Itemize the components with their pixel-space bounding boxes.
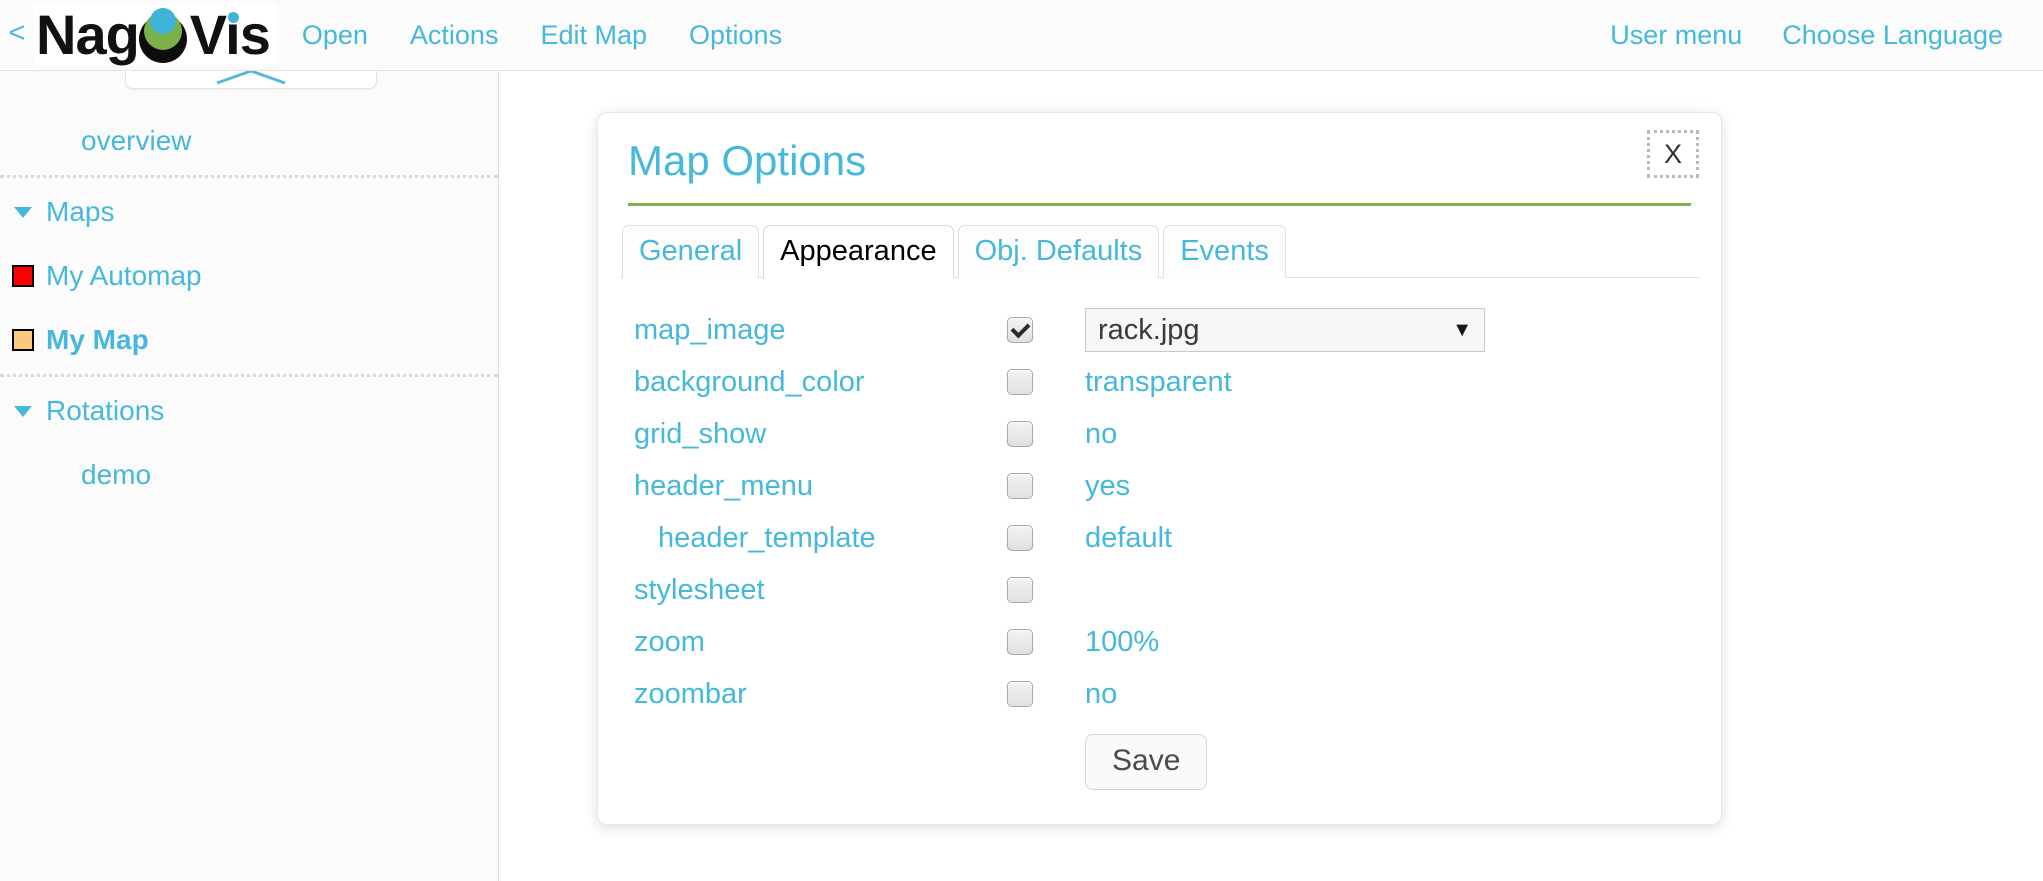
option-row-map-image: map_image rack.jpg ▼ <box>622 304 1721 356</box>
option-checkbox-cell <box>1007 525 1085 551</box>
sidebar-group-label: Maps <box>46 196 114 228</box>
main-content-area: Map Options X General Appearance Obj. De… <box>500 71 2043 881</box>
nav-item-choose-language[interactable]: Choose Language <box>1782 20 2003 50</box>
nav-item-edit-map[interactable]: Edit Map <box>540 20 647 50</box>
option-checkbox-cell <box>1007 577 1085 603</box>
option-row-background-color: background_color transparent <box>622 356 1721 408</box>
option-label: zoom <box>622 625 1007 659</box>
save-button[interactable]: Save <box>1085 734 1207 790</box>
option-row-header-menu: header_menu yes <box>622 460 1721 512</box>
chevron-up-icon <box>211 71 291 86</box>
sidebar-item-label: overview <box>81 125 191 157</box>
checkbox-header-template[interactable] <box>1007 525 1033 551</box>
option-label: stylesheet <box>622 573 1007 607</box>
option-checkbox-cell <box>1007 629 1085 655</box>
tab-events[interactable]: Events <box>1163 225 1286 278</box>
sidebar-item-my-map[interactable]: My Map <box>0 308 498 372</box>
checkbox-zoombar[interactable] <box>1007 681 1033 707</box>
option-label: header_menu <box>622 469 1007 503</box>
dialog-title: Map Options <box>628 135 1691 187</box>
tab-appearance[interactable]: Appearance <box>763 225 953 278</box>
appearance-options-form: map_image rack.jpg ▼ background_color tr… <box>598 278 1721 790</box>
option-value[interactable]: yes <box>1085 469 1130 503</box>
sidebar-group-rotations[interactable]: Rotations <box>0 379 498 443</box>
sidebar: overview Maps My Automap My Map Rotation… <box>0 71 499 881</box>
tab-general[interactable]: General <box>622 225 759 278</box>
map-options-dialog: Map Options X General Appearance Obj. De… <box>597 112 1722 825</box>
dialog-tabs: General Appearance Obj. Defaults Events <box>598 222 1721 278</box>
logo-i-dot-icon <box>228 12 239 23</box>
option-checkbox-cell <box>1007 473 1085 499</box>
nagvis-orb-icon <box>136 7 192 63</box>
status-square-icon-warning <box>12 329 34 351</box>
option-value[interactable]: 100% <box>1085 625 1159 659</box>
option-label: zoombar <box>622 677 1007 711</box>
option-row-zoombar: zoombar no <box>622 668 1721 720</box>
nav-item-user-menu[interactable]: User menu <box>1610 20 1742 50</box>
dialog-header: Map Options X <box>598 113 1721 206</box>
main-navigation: Open Actions Edit Map Options <box>302 20 782 50</box>
option-label: background_color <box>622 365 1007 399</box>
logo-text-nag: Nag <box>36 6 139 64</box>
option-row-stylesheet: stylesheet <box>622 564 1721 616</box>
option-value[interactable]: no <box>1085 677 1117 711</box>
top-header-bar: < Nag Vis Open Actions Edit Map Options … <box>0 0 2043 71</box>
sidebar-divider <box>0 175 498 178</box>
caret-down-icon <box>12 404 34 418</box>
sidebar-divider <box>0 374 498 377</box>
select-value: rack.jpg <box>1098 313 1452 347</box>
nagvis-logo[interactable]: Nag Vis <box>34 4 276 66</box>
sidebar-item-label: demo <box>81 459 151 491</box>
checkbox-stylesheet[interactable] <box>1007 577 1033 603</box>
option-value[interactable]: no <box>1085 417 1117 451</box>
option-checkbox-cell <box>1007 317 1085 343</box>
chevron-left-icon[interactable]: < <box>0 19 34 52</box>
option-value[interactable]: transparent <box>1085 365 1232 399</box>
sidebar-item-label: My Map <box>46 324 149 356</box>
option-label: grid_show <box>622 417 1007 451</box>
option-checkbox-cell <box>1007 369 1085 395</box>
utility-navigation: User menu Choose Language <box>1610 20 2003 50</box>
option-label: header_template <box>622 521 1007 555</box>
option-checkbox-cell <box>1007 681 1085 707</box>
select-map-image[interactable]: rack.jpg ▼ <box>1085 308 1485 352</box>
checkbox-map-image[interactable] <box>1007 317 1033 343</box>
sidebar-group-label: Rotations <box>46 395 164 427</box>
checkbox-header-menu[interactable] <box>1007 473 1033 499</box>
option-row-grid-show: grid_show no <box>622 408 1721 460</box>
checkbox-background-color[interactable] <box>1007 369 1033 395</box>
sidebar-item-overview[interactable]: overview <box>0 109 498 173</box>
sidebar-item-my-automap[interactable]: My Automap <box>0 244 498 308</box>
caret-down-icon <box>12 205 34 219</box>
sidebar-item-label: My Automap <box>46 260 202 292</box>
nav-item-actions[interactable]: Actions <box>410 20 499 50</box>
sidebar-item-demo[interactable]: demo <box>0 443 498 507</box>
nav-item-options[interactable]: Options <box>689 20 782 50</box>
option-row-zoom: zoom 100% <box>622 616 1721 668</box>
option-value[interactable]: default <box>1085 521 1172 555</box>
close-icon[interactable]: X <box>1647 130 1699 178</box>
tab-obj-defaults[interactable]: Obj. Defaults <box>958 225 1160 278</box>
sidebar-group-maps[interactable]: Maps <box>0 180 498 244</box>
checkbox-grid-show[interactable] <box>1007 421 1033 447</box>
chevron-down-icon: ▼ <box>1452 320 1472 340</box>
checkbox-zoom[interactable] <box>1007 629 1033 655</box>
dialog-actions: Save <box>622 734 1721 790</box>
nav-item-open[interactable]: Open <box>302 20 368 50</box>
status-square-icon-critical <box>12 265 34 287</box>
option-row-header-template: header_template default <box>622 512 1721 564</box>
dialog-title-rule <box>628 203 1691 206</box>
option-checkbox-cell <box>1007 421 1085 447</box>
sidebar-collapse-toggle[interactable] <box>125 71 377 89</box>
option-label: map_image <box>622 313 1007 347</box>
